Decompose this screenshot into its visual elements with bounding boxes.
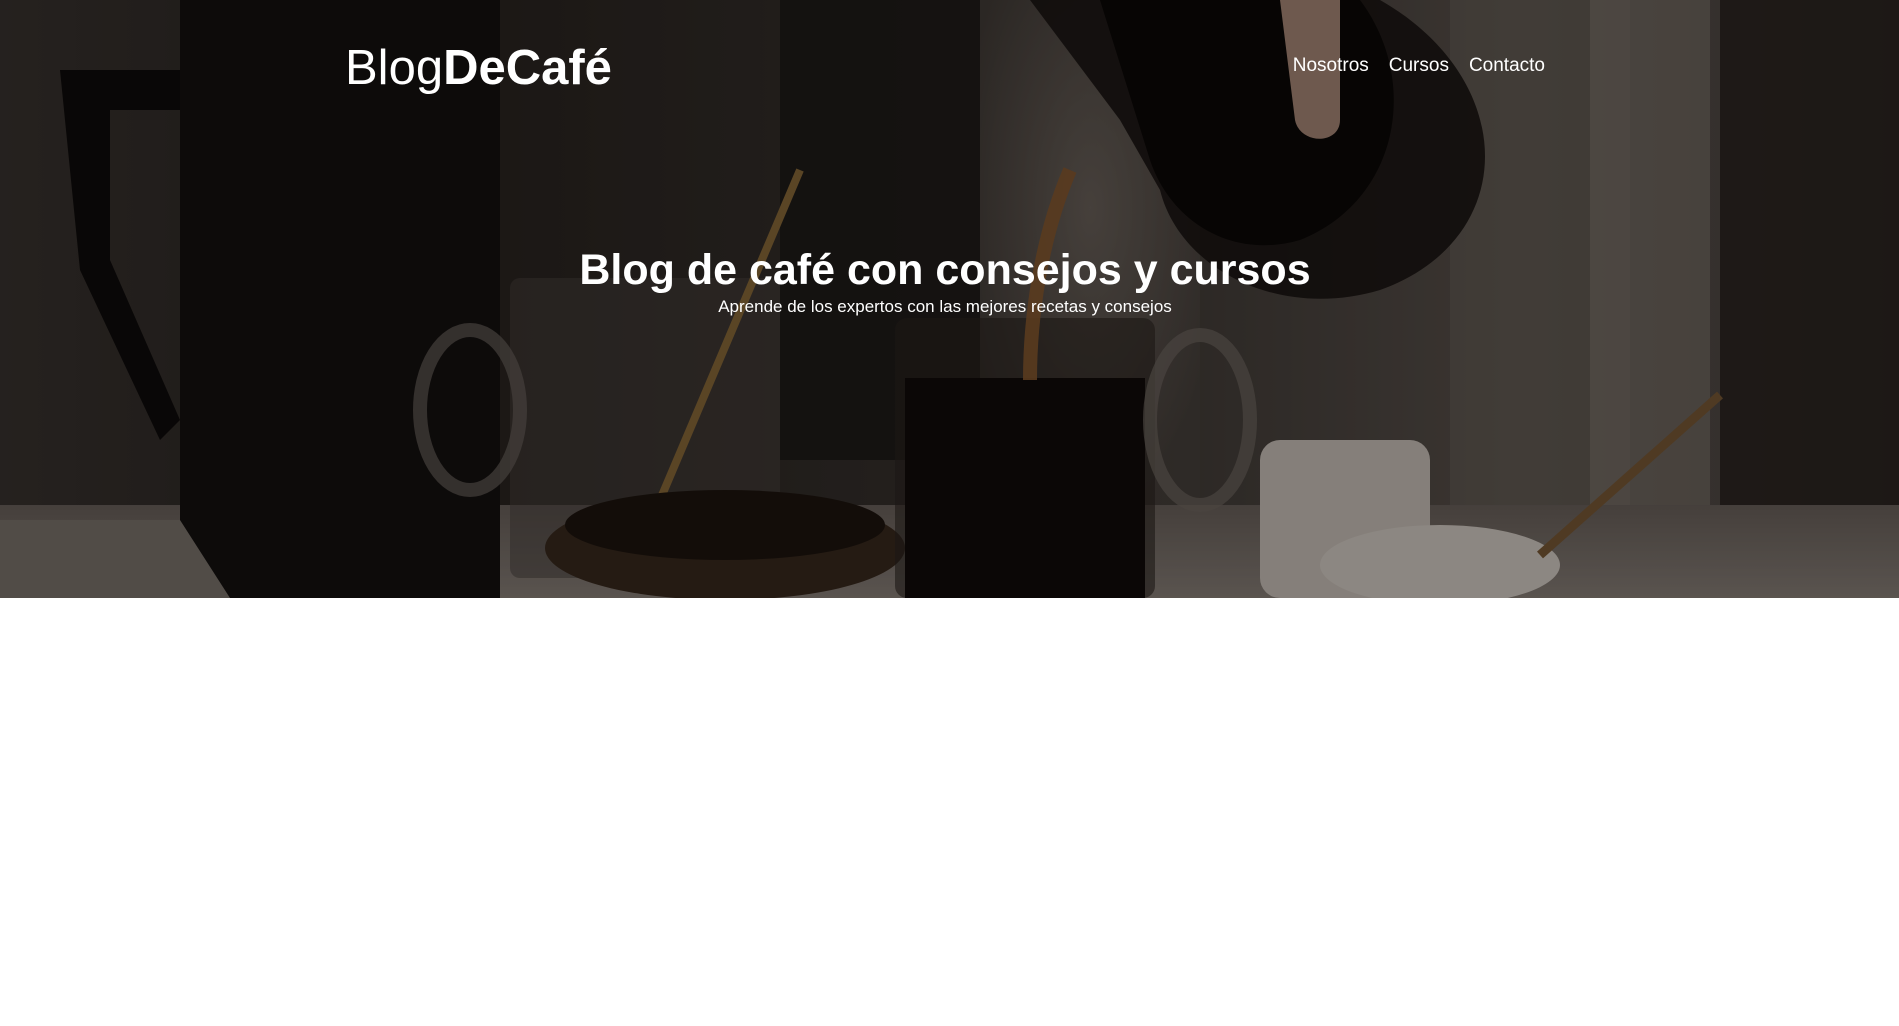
logo-text-bold: DeCafé [443, 41, 612, 95]
hero-text-block: Blog de café con consejos y cursos Apren… [0, 244, 1890, 318]
site-logo[interactable]: BlogDeCafé [345, 38, 612, 98]
logo-text-light: Blog [345, 41, 444, 95]
page-content-area [0, 598, 1899, 1026]
nav-link-nosotros[interactable]: Nosotros [1293, 54, 1369, 78]
hero-title: Blog de café con consejos y cursos [579, 246, 1311, 294]
hero-subtitle: Aprende de los expertos con las mejores … [718, 297, 1172, 316]
main-navigation: Nosotros Cursos Contacto [1293, 54, 1545, 78]
nav-link-contacto[interactable]: Contacto [1469, 54, 1545, 78]
nav-link-cursos[interactable]: Cursos [1389, 54, 1449, 78]
hero-section: BlogDeCafé Nosotros Cursos Contacto Blog… [0, 0, 1899, 598]
site-header: BlogDeCafé Nosotros Cursos Contacto [345, 38, 1545, 98]
